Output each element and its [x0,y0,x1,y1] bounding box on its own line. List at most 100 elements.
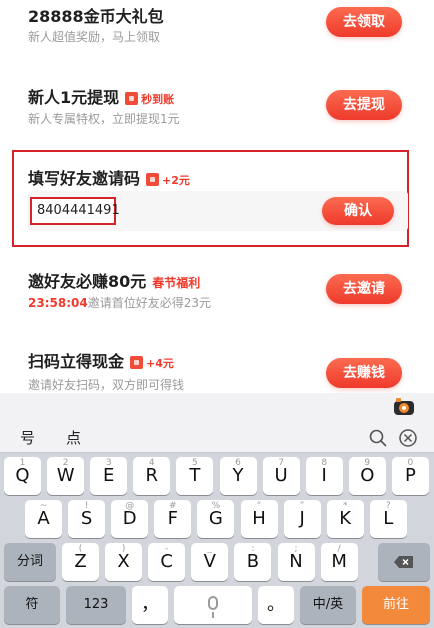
key-l[interactable]: ? L [369,500,407,538]
task-item: 扫码立得现金 +4元 邀请好友扫码，双方即可得钱 去赚钱 [0,342,434,393]
task-title: 扫码立得现金 +4元 [28,348,174,372]
task-item: 新人1元提现 秒到账 新人专属特权，立即提现1元 去提现 [0,78,434,140]
key-secondary-label: 6 [235,458,241,468]
key-z[interactable]: (Z [62,543,99,581]
keyboard: 号 点 1Q2W3E4R5T6Y7U8I9O0P ~ A! S @ D # F% G “H” J *… [0,393,434,628]
key-c[interactable]: -C [148,543,186,581]
key-i[interactable]: 8I [305,457,343,495]
task-title: 28888金币大礼包 [28,7,164,26]
coupon-icon [125,92,139,105]
claim-button[interactable]: 去领取 [326,7,402,37]
key-secondary-label: 1 [19,458,26,468]
key-secondary-label: 5 [192,458,198,468]
task-subtitle: 新人超值奖励，马上领取 [28,30,161,44]
close-icon[interactable] [398,428,418,448]
key-secondary-label: : [251,544,255,554]
task-title: 填写好友邀请码 +2元 [28,165,190,189]
key-secondary-label: ” [299,501,305,511]
key-u[interactable]: 7U [262,457,300,495]
invite-code-input[interactable]: 8404441491 [30,197,120,225]
task-title-text: 扫码立得现金 [28,352,125,371]
period-key[interactable]: 。 [258,586,294,624]
key-secondary-label: % [211,501,221,511]
key-o[interactable]: 9O [348,457,386,495]
key-j[interactable]: ” J [283,500,321,538]
language-switch-key[interactable]: 中/英 [300,586,356,624]
number-key[interactable]: 123 [66,586,126,624]
key-d[interactable]: @ D [111,500,149,538]
key-n[interactable]: ; N [277,543,315,581]
key-v[interactable]: _ V [191,543,229,581]
key-f[interactable]: # F [154,500,192,538]
task-badge: +2元 [162,173,190,187]
withdraw-button[interactable]: 去提现 [326,90,402,120]
key-secondary-label: ; [294,544,298,554]
key-secondary-label: @ [125,501,135,511]
candidate-word[interactable]: 点 [66,427,81,448]
space-key[interactable] [174,586,252,624]
task-subtitle-text: 邀请首位好友必得23元 [87,296,211,310]
confirm-button[interactable]: 确认 [322,197,394,225]
key-secondary-label: - [165,544,169,554]
key-x[interactable]: ) X [105,543,143,581]
task-badge: +4元 [146,356,174,370]
key-b[interactable]: :B [234,543,272,581]
key-s[interactable]: ! S [68,500,106,538]
key-t[interactable]: 5T [176,457,214,495]
coupon-icon [130,356,144,369]
keyboard-toolbar [0,393,434,423]
coupon-icon [146,173,160,186]
key-secondary-label: ! [84,501,89,511]
key-secondary-label: 2 [62,458,69,468]
symbol-key[interactable]: 符 [4,586,60,624]
task-title-text: 新人1元提现 [28,88,120,107]
invite-button[interactable]: 去邀请 [326,274,402,304]
key-secondary-label: ~ [39,501,48,511]
backspace-key[interactable] [378,543,430,581]
comma-key[interactable]: ， [132,586,168,624]
festival-tag: 春节福利 [152,276,201,290]
key-secondary-label: # [169,501,177,511]
key-secondary-label: 8 [321,458,328,468]
candidate-bar: 号 点 [0,423,434,453]
backspace-icon [394,555,413,568]
key-r[interactable]: 4R [133,457,171,495]
task-list: 28888金币大礼包 新人超值奖励，马上领取 去领取 新人1元提现 秒到账 新人专… [0,0,434,393]
key-a[interactable]: ~ A [25,500,62,538]
key-secondary-label: 9 [364,458,371,468]
key-q[interactable]: 1Q [4,457,41,495]
key-secondary-label: * [342,501,348,511]
task-subtitle: 邀请好友扫码，双方即可得钱 [28,378,185,392]
microphone-icon [208,596,218,618]
task-subtitle: 23:58:04邀请首位好友必得23元 [28,294,211,311]
key-secondary-label: 3 [105,458,112,468]
task-title: 邀好友必赚80元 春节福利 [28,268,200,292]
go-key[interactable]: 前往 [362,586,430,624]
key-h[interactable]: “H [240,500,278,538]
key-secondary-label: 4 [148,458,155,468]
task-title-text: 填写好友邀请码 [28,169,141,188]
countdown-timer: 23:58:04 [28,296,88,310]
search-icon[interactable] [368,428,388,448]
segment-key[interactable]: 分词 [4,543,56,581]
earn-button[interactable]: 去赚钱 [326,358,402,388]
task-title-text: 邀好友必赚80元 [28,272,147,291]
key-p[interactable]: 0P [391,457,429,495]
key-y[interactable]: 6Y [219,457,257,495]
key-e[interactable]: 3E [90,457,128,495]
task-badge: 秒到账 [141,92,175,106]
key-secondary-label: / [337,544,341,554]
key-m[interactable]: / M [320,543,358,581]
key-secondary-label: _ [207,544,213,554]
key-secondary-label: ( [78,544,83,554]
task-subtitle: 新人专属特权，立即提现1元 [28,112,180,126]
keyboard-skin-icon[interactable] [392,397,416,419]
key-secondary-label: “ [256,501,262,511]
task-item: 28888金币大礼包 新人超值奖励，马上领取 去领取 [0,0,434,60]
key-g[interactable]: % G [197,500,235,538]
key-secondary-label: 7 [278,458,284,468]
key-w[interactable]: 2W [47,457,85,495]
candidate-word[interactable]: 号 [20,427,35,448]
key-k[interactable]: * K [326,500,364,538]
key-secondary-label: ) [121,544,126,554]
